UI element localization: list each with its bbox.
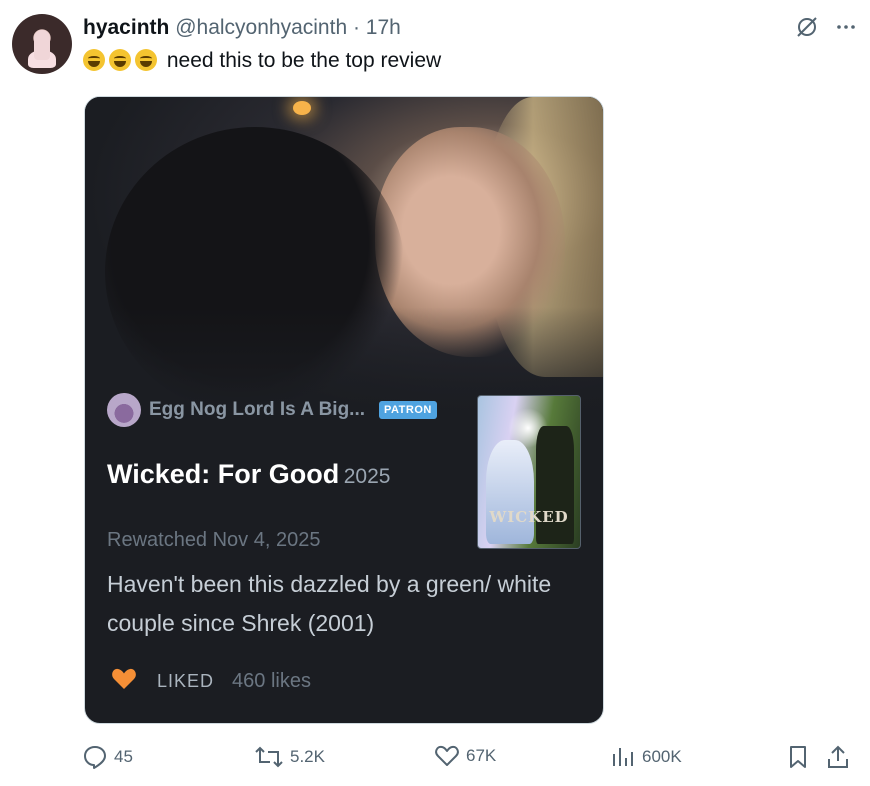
review-text: Haven't been this dazzled by a green/ wh… [107,571,552,636]
reply-icon [84,746,106,769]
tweet-action-bar: 45 5.2K 67K 600K [82,744,860,774]
tweet-body: need this to be the top review [166,49,442,72]
film-title: Wicked: For Good [107,459,340,489]
tweet-top-actions [794,14,858,40]
heart-outline-icon [435,745,459,766]
like-count: 67K [466,746,497,765]
background-lamp [293,101,311,115]
liked-row: LIKED 460 likes [111,667,311,696]
laughing-emoji-icon [109,49,131,71]
poster-glinda [486,440,534,544]
rewatched-date: Rewatched Nov 4, 2025 [107,529,321,551]
poster-title: WICKED [489,508,569,526]
tweet-header: hyacinth @halcyonhyacinth · 17h [83,16,401,40]
film-year: 2025 [343,465,391,488]
grok-icon[interactable] [794,14,820,40]
share-icon [828,745,848,768]
film-still [85,97,603,427]
repost-button[interactable]: 5.2K [254,744,325,770]
like-button[interactable]: 67K [434,744,496,768]
bookmark-icon [790,746,806,768]
heart-filled-icon [111,667,137,696]
laughing-emoji-icon [83,49,105,71]
reviewer-avatar [107,393,141,427]
more-options-icon[interactable] [834,15,858,39]
author-avatar[interactable] [12,14,72,74]
tweet-time[interactable]: · 17h [353,16,401,39]
review-card-image[interactable]: Egg Nog Lord Is A Big... PATRON WICKED W… [84,96,604,724]
film-poster: WICKED [477,395,581,549]
film-title-row: Wicked: For Good 2025 [107,459,390,490]
views-chart-icon [613,748,633,766]
views-count: 600K [642,747,682,766]
likes-count: 460 likes [232,670,311,692]
reviewer-username: Egg Nog Lord Is A Big... [149,399,366,420]
reply-count: 45 [114,747,133,766]
reply-button[interactable]: 45 [82,744,133,770]
liked-label: LIKED [157,671,215,691]
reviewer-row: Egg Nog Lord Is A Big... PATRON [107,393,437,427]
patron-badge: PATRON [379,401,437,419]
avatar-figure [34,30,50,60]
laughing-emoji-icon [135,49,157,71]
bookmark-button[interactable] [786,744,816,770]
author-handle[interactable]: @halcyonhyacinth [175,16,347,39]
repost-count: 5.2K [290,747,325,766]
views-button[interactable]: 600K [610,744,682,770]
share-button[interactable] [826,744,856,770]
author-name[interactable]: hyacinth [83,16,169,39]
poster-elphaba [536,426,574,544]
repost-icon [255,746,283,768]
tweet-text: need this to be the top review [83,49,441,73]
